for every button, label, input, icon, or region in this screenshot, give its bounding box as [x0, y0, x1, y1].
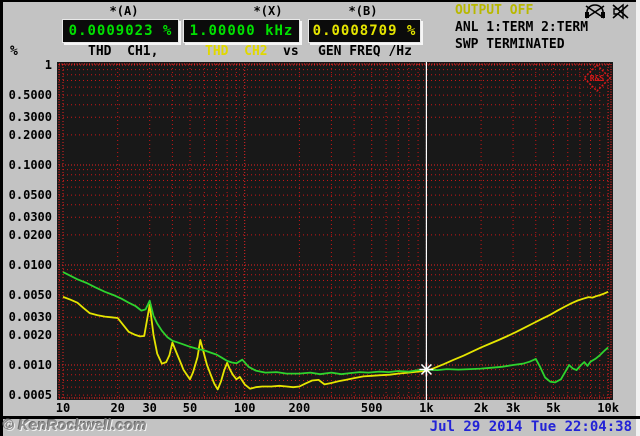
marker-x-label: *(X): [253, 4, 283, 18]
readout-a-thd-ch1: 0.0009023 %: [62, 19, 179, 43]
x-tick-label: 10: [55, 401, 71, 415]
svg-text:R&S: R&S: [590, 74, 605, 83]
y-tick-label: 0.0030: [8, 310, 52, 325]
y-tick-label: 0.0300: [8, 210, 52, 225]
thd-plot-area: [57, 62, 613, 400]
x-tick-label: 50: [182, 401, 198, 415]
cursor-marker: [419, 362, 434, 377]
x-tick-label: 10k: [597, 401, 619, 415]
x-tick-label: 5k: [546, 401, 561, 415]
y-tick-label: 0.0200: [8, 227, 52, 242]
x-axis-title: GEN FREQ /Hz: [318, 44, 412, 59]
sweep-status: SWP TERMINATED: [455, 37, 565, 52]
headphones-muted-icon: [585, 4, 605, 19]
timestamp: Jul 29 2014 Tue 22:04:38: [429, 419, 632, 435]
y-tick-label: 1: [44, 58, 52, 72]
x-tick-label: 200: [288, 401, 311, 415]
y-tick-label: 0.0005: [8, 388, 52, 403]
x-tick-label: 1k: [419, 401, 434, 415]
readout-x-frequency: 1.00000 kHz: [183, 19, 300, 43]
y-tick-label: 0.0100: [8, 258, 52, 272]
y-tick-label: 0.2000: [8, 127, 52, 142]
y-tick-label: 0.1000: [8, 158, 52, 172]
y-tick-label: 0.0050: [8, 288, 52, 303]
rs-logo: R&S: [582, 63, 612, 93]
x-tick-label: 100: [233, 401, 256, 415]
trace1-label: THD CH1,: [88, 44, 159, 59]
watermark: © KenRockwell.com: [3, 417, 147, 434]
y-tick-label: 0.0500: [8, 188, 52, 203]
screen-border-top: [0, 0, 640, 2]
x-tick-label: 500: [360, 401, 383, 415]
marker-a-label: *(A): [109, 4, 139, 18]
output-off-status: OUTPUT OFF: [455, 3, 534, 18]
analyzer-screen: { "header": { "marker_a": "*(A)", "marke…: [0, 0, 640, 436]
trace2-label: THD CH2: [205, 44, 268, 59]
y-tick-label: 0.0020: [8, 327, 52, 342]
readout-b-thd-ch2: 0.0008709 %: [308, 19, 421, 43]
y-unit-label: %: [10, 44, 18, 59]
analyzer-status: ANL 1:TERM 2:TERM: [455, 20, 589, 35]
screen-border-right: [636, 0, 640, 436]
y-tick-label: 0.0010: [8, 358, 52, 372]
thd-plot-svg: [58, 62, 612, 400]
vs-label: vs: [283, 44, 299, 59]
y-tick-label: 0.5000: [8, 88, 52, 103]
marker-b-label: *(B): [348, 4, 378, 18]
speaker-muted-icon: [612, 3, 629, 20]
y-tick-label: 0.3000: [8, 110, 52, 125]
